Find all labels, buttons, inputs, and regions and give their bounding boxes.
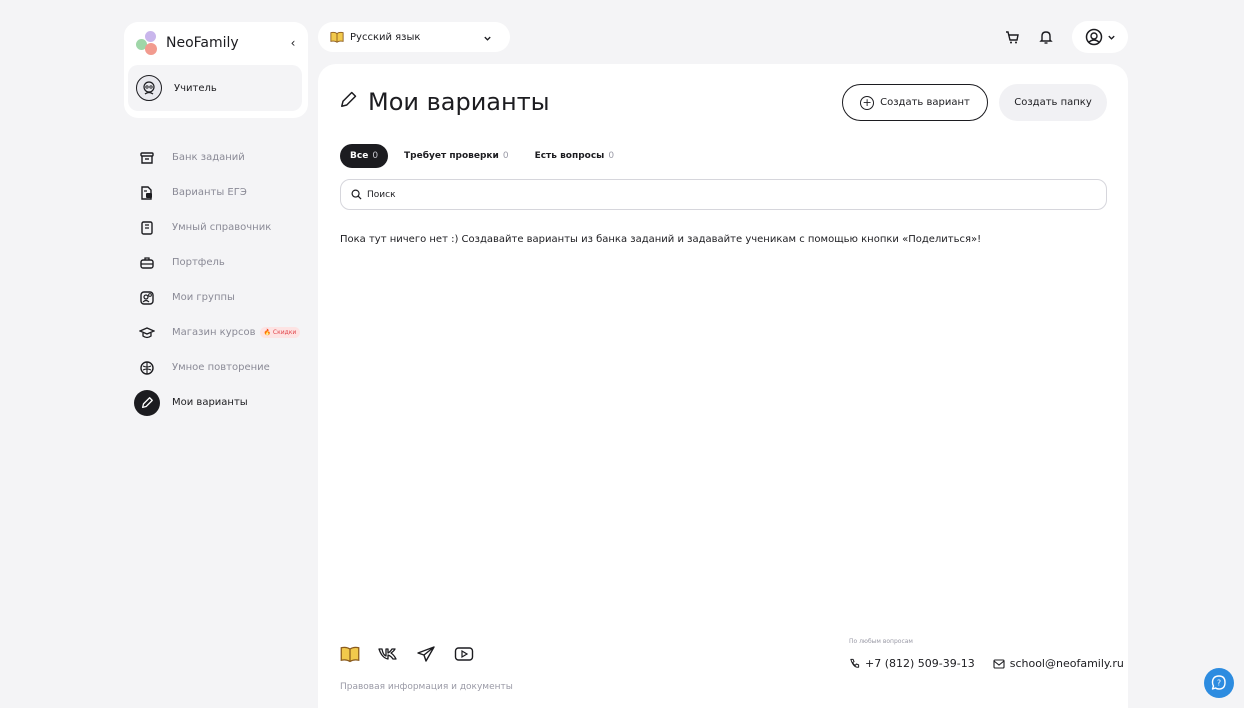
tab-label: Есть вопросы bbox=[534, 151, 605, 161]
pencil-icon bbox=[338, 90, 358, 114]
cart-icon[interactable] bbox=[1004, 29, 1020, 45]
sidebar-item-label: Магазин курсов bbox=[172, 327, 256, 338]
filter-tabs: Все 0 Требует проверки 0 Есть вопросы 0 bbox=[340, 144, 624, 168]
brand-card: NeoFamily ‹ Учитель bbox=[124, 22, 308, 118]
book-emoji-icon bbox=[330, 31, 344, 43]
brand-name[interactable]: NeoFamily bbox=[166, 35, 239, 51]
create-variant-button[interactable]: + Создать вариант bbox=[842, 84, 988, 121]
tab-all[interactable]: Все 0 bbox=[340, 144, 389, 168]
pencil-icon bbox=[134, 389, 160, 416]
email-address: school@neofamily.ru bbox=[1009, 657, 1124, 670]
contacts: +7 (812) 509-39-13 school@neofamily.ru bbox=[849, 657, 1124, 670]
email-link[interactable]: school@neofamily.ru bbox=[993, 657, 1124, 670]
sidebar-item-smart-reference[interactable]: Умный справочник bbox=[134, 210, 310, 245]
phone-link[interactable]: +7 (812) 509-39-13 bbox=[849, 657, 975, 670]
sidebar-item-label: Банк заданий bbox=[172, 152, 245, 163]
mail-icon bbox=[993, 658, 1005, 669]
legal-info-link[interactable]: Правовая информация и документы bbox=[340, 682, 513, 692]
tab-count: 0 bbox=[608, 151, 615, 161]
role-label: Учитель bbox=[174, 82, 217, 94]
document-icon bbox=[134, 180, 160, 206]
main-content: Мои варианты + Создать вариант Создать п… bbox=[318, 64, 1128, 708]
search-icon bbox=[351, 185, 362, 204]
book-emoji-icon[interactable] bbox=[340, 644, 360, 664]
create-folder-button[interactable]: Создать папку bbox=[999, 84, 1107, 121]
help-chat-icon: ? bbox=[1211, 675, 1226, 690]
telegram-icon[interactable] bbox=[416, 645, 436, 663]
bell-icon[interactable] bbox=[1038, 29, 1054, 45]
sidebar-item-label: Умный справочник bbox=[172, 222, 272, 233]
sidebar-item-label: Варианты ЕГЭ bbox=[172, 187, 247, 198]
search-box bbox=[340, 179, 1107, 210]
user-icon bbox=[1085, 28, 1102, 46]
page-title: Мои варианты bbox=[368, 88, 550, 116]
phone-icon bbox=[850, 658, 860, 668]
header-actions bbox=[1004, 21, 1128, 53]
avatar bbox=[136, 75, 162, 101]
chevron-down-icon bbox=[1107, 35, 1115, 40]
teacher-avatar-icon bbox=[143, 81, 155, 95]
collapse-sidebar-icon[interactable]: ‹ bbox=[286, 36, 300, 50]
archive-icon bbox=[134, 145, 160, 171]
search-input[interactable] bbox=[367, 189, 1067, 200]
vk-icon[interactable] bbox=[378, 647, 398, 661]
sale-badge: 🔥 Скидки bbox=[259, 327, 301, 338]
footer-social bbox=[340, 644, 474, 664]
briefcase-icon bbox=[134, 250, 160, 276]
sidebar-item-label: Мои группы bbox=[172, 292, 235, 303]
sidebar-item-label: Умное повторение bbox=[172, 362, 270, 373]
create-variant-label: Создать вариант bbox=[880, 97, 970, 108]
empty-state-text: Пока тут ничего нет :) Создавайте вариан… bbox=[340, 234, 982, 245]
brand-row: NeoFamily ‹ bbox=[136, 30, 300, 56]
contact-caption: По любым вопросам bbox=[849, 638, 913, 645]
sidebar-nav: Банк заданий Варианты ЕГЭ Умный справочн… bbox=[134, 140, 310, 420]
svg-text:?: ? bbox=[1217, 679, 1221, 688]
help-button[interactable]: ? bbox=[1204, 668, 1234, 698]
neofamily-logo-icon[interactable] bbox=[136, 31, 160, 55]
sidebar-item-smart-repetition[interactable]: Умное повторение bbox=[134, 350, 310, 385]
tab-label: Требует проверки bbox=[404, 151, 499, 161]
book-icon bbox=[134, 215, 160, 241]
role-card[interactable]: Учитель bbox=[128, 65, 302, 111]
sidebar-item-my-variants[interactable]: Мои варианты bbox=[134, 385, 310, 420]
page-title-row: Мои варианты bbox=[338, 88, 550, 116]
chevron-down-icon bbox=[483, 28, 492, 47]
phone-number: +7 (812) 509-39-13 bbox=[865, 657, 975, 670]
tab-count: 0 bbox=[502, 151, 509, 161]
sidebar-item-task-bank[interactable]: Банк заданий bbox=[134, 140, 310, 175]
profile-menu-button[interactable] bbox=[1072, 21, 1128, 53]
sidebar-item-label: Мои варианты bbox=[172, 397, 248, 408]
plus-circle-icon: + bbox=[860, 95, 875, 110]
tab-needs-review[interactable]: Требует проверки 0 bbox=[394, 144, 519, 168]
sidebar-item-my-groups[interactable]: Мои группы bbox=[134, 280, 310, 315]
tab-label: Все bbox=[350, 151, 369, 161]
sidebar-item-course-shop[interactable]: Магазин курсов 🔥 Скидки bbox=[134, 315, 310, 350]
subject-label: Русский язык bbox=[350, 31, 421, 43]
tab-count: 0 bbox=[372, 151, 379, 161]
youtube-icon[interactable] bbox=[454, 646, 474, 662]
brain-icon bbox=[134, 355, 160, 381]
graduation-cap-icon bbox=[134, 320, 160, 346]
sidebar-item-label: Портфель bbox=[172, 257, 225, 268]
group-icon bbox=[134, 285, 160, 311]
subject-select[interactable]: Русский язык bbox=[318, 22, 510, 52]
sidebar-item-portfolio[interactable]: Портфель bbox=[134, 245, 310, 280]
sidebar-item-ege-variants[interactable]: Варианты ЕГЭ bbox=[134, 175, 310, 210]
tab-has-questions[interactable]: Есть вопросы 0 bbox=[525, 144, 624, 168]
